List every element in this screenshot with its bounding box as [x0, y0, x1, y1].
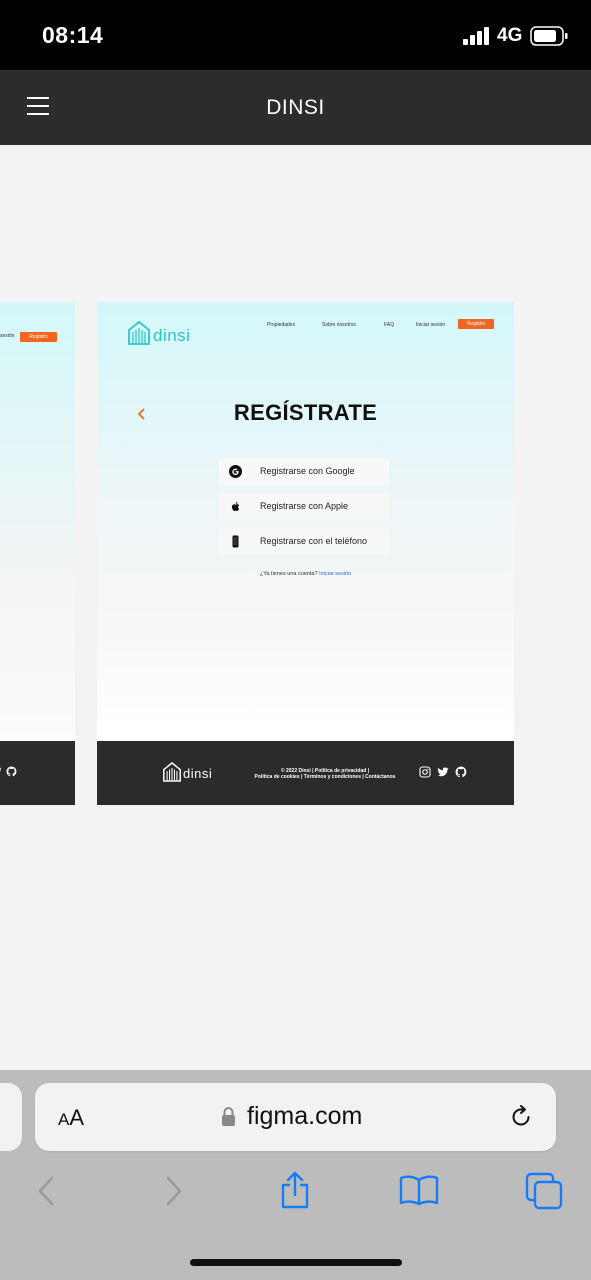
home-indicator[interactable] [190, 1259, 402, 1266]
instagram-icon[interactable] [419, 766, 431, 778]
nav-iniciar-sesion[interactable]: Iniciar sesión [416, 322, 445, 328]
register-apple-label: Registrarse con Apple [260, 501, 349, 511]
register-phone-button[interactable]: Registrarse con el teléfono [219, 528, 389, 555]
previous-tab-preview[interactable] [0, 1083, 22, 1151]
nav-propiedades[interactable]: Propiedades [267, 322, 295, 328]
logo-text: dinsi [153, 326, 191, 345]
frame-footer [0, 741, 75, 805]
github-icon[interactable] [455, 766, 467, 778]
status-time: 08:14 [42, 22, 104, 48]
footer-legal-line-2: Política de cookies | Términos y condici… [254, 774, 396, 780]
prototype-title: DINSI [266, 96, 325, 119]
register-nav-button[interactable]: Registro [20, 332, 57, 342]
house-fingerprint-logo-icon [128, 321, 150, 345]
phone-icon [232, 535, 239, 548]
footer-legal-links[interactable]: © 2022 Dinsi | Política de privacidad | … [245, 768, 405, 780]
url-text[interactable]: figma.com [247, 1102, 362, 1131]
back-icon[interactable] [35, 1175, 57, 1207]
nav-sobre-nosotros[interactable]: Sobre nosotros [322, 322, 356, 328]
previous-frame[interactable]: sesión Registro [0, 302, 75, 805]
have-account-text: ¿Ya tienes una cuenta? Iniciar sesión [97, 571, 514, 577]
footer-dinsi-logo[interactable]: dinsi [163, 762, 215, 782]
nav-register-button[interactable]: Registro [458, 319, 494, 329]
lock-icon [222, 1107, 235, 1126]
have-account-question: ¿Ya tienes una cuenta? [259, 571, 318, 577]
status-bar: 08:14 4G [0, 0, 591, 70]
reader-aa-button[interactable]: AA [58, 1105, 84, 1131]
share-icon[interactable] [279, 1171, 311, 1209]
github-icon [6, 766, 17, 777]
forward-icon[interactable] [163, 1175, 185, 1207]
dinsi-logo[interactable]: dinsi [128, 321, 192, 345]
login-link[interactable]: Iniciar sesión [319, 571, 351, 577]
reload-icon[interactable] [508, 1104, 534, 1130]
frame-footer: dinsi © 2022 Dinsi | Política de privaci… [97, 741, 514, 805]
google-icon [229, 465, 242, 478]
twitter-icon[interactable] [437, 766, 449, 778]
register-apple-button[interactable]: Registrarse con Apple [219, 493, 389, 520]
tabs-icon[interactable] [525, 1172, 563, 1210]
battery-icon [530, 26, 568, 46]
nav-faq[interactable]: FAQ [384, 322, 394, 328]
prototype-canvas[interactable]: sesión Registro dinsi Propiedades Sobre … [0, 145, 591, 1070]
signal-icon [463, 27, 489, 45]
bookmarks-icon[interactable] [399, 1174, 439, 1206]
footer-social-icons [419, 766, 467, 778]
apple-icon [231, 502, 240, 511]
network-type: 4G [497, 25, 523, 46]
register-google-label: Registrarse con Google [260, 466, 355, 476]
twitter-icon [0, 767, 2, 772]
house-fingerprint-logo-icon [163, 762, 181, 782]
page-title: REGÍSTRATE [233, 400, 378, 425]
footer-logo-text: dinsi [183, 766, 213, 781]
register-phone-label: Registrarse con el teléfono [260, 536, 368, 546]
nav-login-partial: sesión [0, 333, 15, 339]
register-google-button[interactable]: Registrarse con Google [219, 458, 389, 485]
